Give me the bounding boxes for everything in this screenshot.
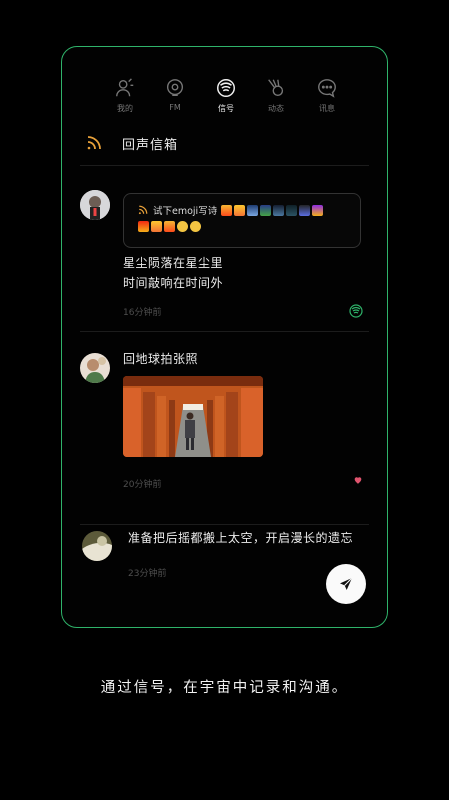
post-body: 回地球拍张照: [123, 352, 199, 366]
avatar[interactable]: [82, 531, 112, 561]
nav-tab-profile[interactable]: 我的: [105, 77, 145, 114]
milky-way-emoji: [286, 204, 298, 216]
nav-label: 动态: [268, 104, 284, 113]
avatar[interactable]: [80, 353, 110, 383]
rss-icon: [87, 136, 101, 150]
profile-icon: [116, 78, 134, 97]
nav-tab-fm[interactable]: FM: [155, 77, 195, 112]
nav-label: 我的: [117, 104, 133, 113]
nav-tab-feed[interactable]: 动态: [256, 77, 296, 114]
fireworks-emoji: [247, 204, 259, 216]
inbox-header[interactable]: 回声信箱: [86, 133, 178, 153]
fireworks-emoji: [138, 221, 149, 232]
divider: [80, 524, 369, 525]
clap-emoji: [190, 221, 201, 232]
nav-label: 信号: [218, 104, 234, 113]
post-photo[interactable]: [123, 376, 263, 457]
send-icon: [340, 577, 353, 590]
promo-caption: 通过信号，在宇宙中记录和沟通。: [100, 680, 349, 696]
quoted-post-line: 试下emoji写诗: [138, 203, 324, 217]
nav-tab-signal[interactable]: 信号: [206, 77, 246, 114]
divider: [80, 331, 369, 332]
post-time: 16分钟前: [123, 308, 162, 318]
signal-icon[interactable]: [348, 303, 364, 319]
post-line: 时间敲响在时间外: [123, 276, 224, 290]
emoji-row: [221, 204, 324, 216]
post-time: 23分钟前: [128, 569, 167, 579]
top-nav: 我的 FM 信号 动态 讯息: [62, 77, 387, 117]
post-time: 20分钟前: [123, 480, 162, 490]
emoji-row: [138, 221, 201, 232]
avatar-image: [80, 190, 110, 220]
divider: [80, 165, 369, 166]
shooting-star-emoji: [273, 204, 285, 216]
city-dusk-emoji: [221, 204, 233, 216]
quoted-post-card[interactable]: 试下emoji写诗: [123, 193, 361, 248]
post-body: 星尘陨落在星尘里 时间敲响在时间外: [123, 253, 223, 293]
avatar-image: [82, 531, 112, 561]
heart-icon[interactable]: [353, 475, 363, 485]
post-body: 准备把后摇都搬上太空，开启漫长的遗忘: [128, 531, 354, 545]
fm-icon: [166, 79, 184, 97]
firework-emoji: [312, 204, 324, 216]
phone-frame: 我的 FM 信号 动态 讯息 回声信箱 试下emoji写诗 星尘陨落在星尘里 时…: [61, 46, 388, 628]
nav-label: FM: [169, 103, 181, 112]
city-sunset-emoji: [234, 204, 246, 216]
message-icon: [318, 79, 336, 98]
avatar-image: [80, 353, 110, 383]
nav-label: 讯息: [319, 104, 335, 113]
sparkler-emoji: [260, 204, 272, 216]
nav-tab-messages[interactable]: 讯息: [307, 77, 347, 114]
comet-icon: [268, 79, 284, 97]
clap-emoji: [177, 221, 188, 232]
compose-button[interactable]: [326, 564, 366, 604]
night-stars-emoji: [299, 204, 311, 216]
signal-icon: [217, 79, 235, 97]
rss-icon: [138, 205, 148, 215]
post-line: 星尘陨落在星尘里: [123, 256, 224, 270]
quoted-post-text: 试下emoji写诗: [153, 206, 218, 217]
inbox-title: 回声信箱: [122, 137, 179, 153]
avatar[interactable]: [80, 190, 110, 220]
torii-corridor-photo: [123, 376, 263, 457]
city-dusk-emoji: [164, 221, 175, 232]
city-sunset-emoji: [151, 221, 162, 232]
